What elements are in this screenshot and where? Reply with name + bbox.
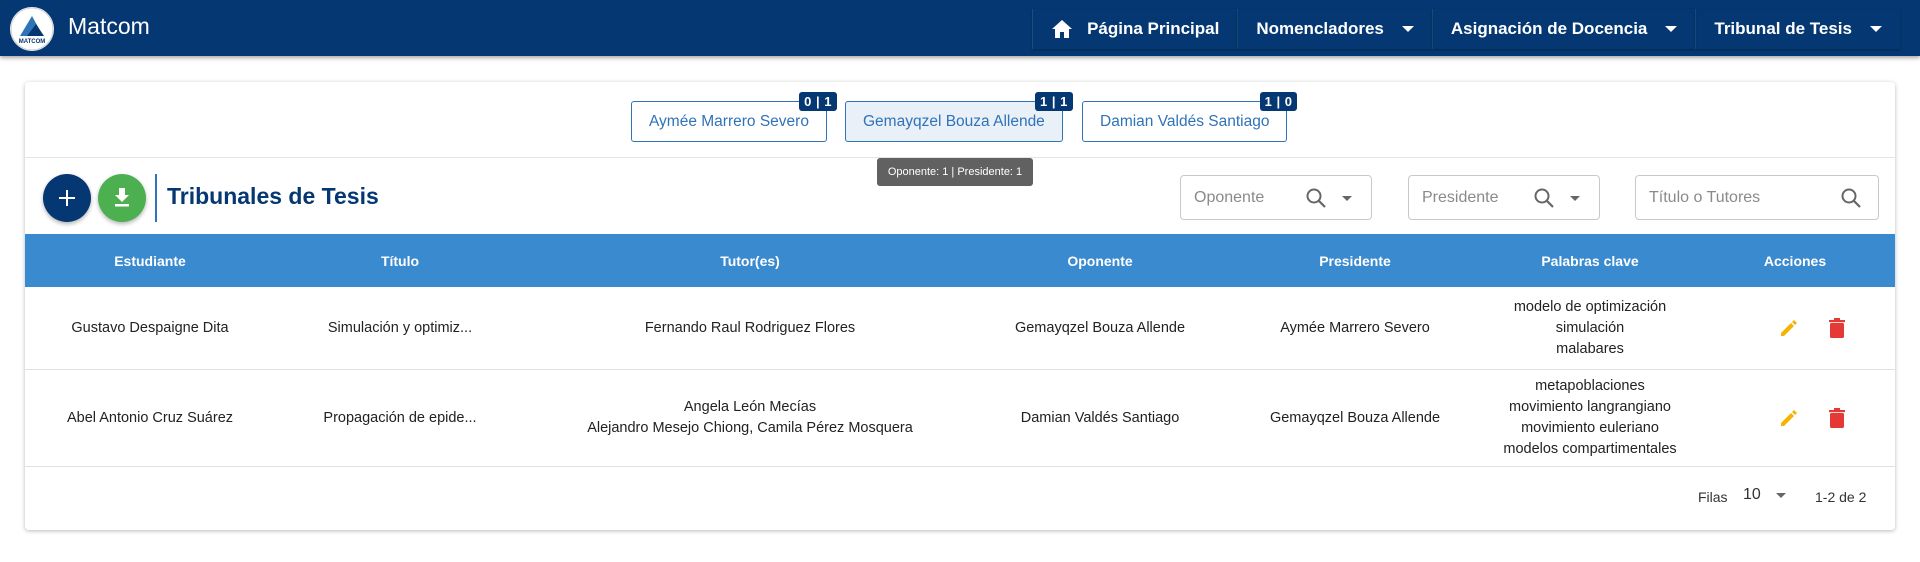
- professor-chip-label: Aymée Marrero Severo: [649, 112, 809, 130]
- pagination-range: 1-2 de 2: [1815, 489, 1867, 505]
- cell-titulo: Propagación de epide...: [323, 409, 477, 426]
- nav-asignacion-docencia[interactable]: Asignación de Docencia: [1431, 9, 1696, 49]
- matcom-logo[interactable]: MATCOM: [10, 7, 54, 51]
- cell-oponente: Damian Valdés Santiago: [1020, 409, 1180, 426]
- keyword: modelo de optimización: [1513, 298, 1667, 315]
- table-pagination: Filas 10 1-2 de 2: [25, 467, 1895, 529]
- table-row[interactable]: Gustavo Despaigne Dita Simulación y opti…: [25, 287, 1895, 370]
- nav-nomencladores-label: Nomencladores: [1256, 19, 1384, 38]
- column-header-estudiante[interactable]: Estudiante: [25, 234, 275, 287]
- nav-tribunal-tesis[interactable]: Tribunal de Tesis: [1695, 9, 1900, 49]
- cell-estudiante: Abel Antonio Cruz Suárez: [66, 409, 234, 426]
- search-icon[interactable]: [1533, 187, 1555, 214]
- cell-tutores: Angela León Mecías Alejandro Mesejo Chio…: [525, 370, 975, 466]
- presidente-filter[interactable]: Presidente: [1408, 175, 1600, 220]
- professor-chip-label: Damian Valdés Santiago: [1100, 112, 1270, 130]
- professor-chip-damian[interactable]: Damian Valdés Santiago 1 | 0: [1082, 92, 1298, 142]
- chevron-down-icon[interactable]: [1342, 196, 1352, 201]
- column-header-acciones: Acciones: [1763, 252, 1827, 269]
- nav-home[interactable]: Página Principal: [1032, 9, 1237, 49]
- plus-icon: [59, 190, 75, 206]
- rows-per-page-select[interactable]: 10: [1743, 486, 1786, 504]
- column-header-palabras[interactable]: Palabras clave: [1485, 234, 1695, 287]
- professor-chips: Aymée Marrero Severo 0 | 1 Gemayqzel Bou…: [25, 82, 1895, 158]
- keyword: modelos compartimentales: [1503, 441, 1677, 457]
- count-badge: 0 | 1: [799, 92, 837, 111]
- cell-palabras-clave: modelo de optimización simulación malaba…: [1485, 287, 1695, 369]
- cell-presidente: Gemayqzel Bouza Allende: [1269, 409, 1441, 426]
- keyword: metapoblaciones: [1535, 378, 1645, 394]
- nav-tribunal-label: Tribunal de Tesis: [1714, 19, 1852, 38]
- column-header-tutores[interactable]: Tutor(es): [525, 234, 975, 287]
- pencil-icon: [1781, 320, 1797, 336]
- pencil-icon: [1781, 410, 1797, 426]
- top-navbar: MATCOM Matcom Página Principal Nomenclad…: [0, 0, 1920, 56]
- svg-text:MATCOM: MATCOM: [19, 39, 46, 45]
- title-divider: [155, 174, 157, 222]
- professor-chip-label: Gemayqzel Bouza Allende: [863, 112, 1045, 130]
- chevron-down-icon[interactable]: [1570, 196, 1580, 201]
- keyword: movimiento euleriano: [1521, 420, 1659, 436]
- rows-per-page-value: 10: [1743, 486, 1761, 503]
- professor-chip-gemayqzel[interactable]: Gemayqzel Bouza Allende 1 | 1: [845, 92, 1073, 142]
- search-icon[interactable]: [1305, 187, 1327, 214]
- cell-palabras-clave: metapoblaciones movimiento langrangiano …: [1485, 370, 1695, 466]
- cell-presidente: Aymée Marrero Severo: [1280, 319, 1430, 336]
- table-header: Estudiante Título Tutor(es) Oponente Pre…: [25, 234, 1895, 287]
- chevron-down-icon: [1401, 26, 1414, 32]
- nav-nomencladores[interactable]: Nomencladores: [1237, 9, 1432, 49]
- delete-button[interactable]: [1827, 287, 1847, 369]
- search-placeholder: Título o Tutores: [1649, 189, 1761, 206]
- edit-button[interactable]: [1778, 287, 1800, 369]
- count-badge: 1 | 1: [1034, 92, 1073, 111]
- tribunales-card: Aymée Marrero Severo 0 | 1 Gemayqzel Bou…: [25, 82, 1895, 530]
- table-row[interactable]: Abel Antonio Cruz Suárez Propagación de …: [25, 370, 1895, 467]
- home-icon: [1051, 19, 1073, 39]
- search-input[interactable]: Título o Tutores: [1635, 175, 1879, 220]
- column-header-titulo[interactable]: Título: [275, 234, 525, 287]
- cell-oponente: Gemayqzel Bouza Allende: [1014, 319, 1186, 336]
- chevron-down-icon: [1870, 26, 1882, 32]
- nav-home-label: Página Principal: [1087, 19, 1220, 38]
- cell-estudiante: Gustavo Despaigne Dita: [71, 319, 229, 336]
- keyword: movimiento langrangiano: [1508, 399, 1671, 415]
- rows-label: Filas: [1698, 489, 1728, 505]
- oponente-filter[interactable]: Oponente: [1180, 175, 1372, 220]
- presidente-placeholder: Presidente: [1422, 189, 1499, 206]
- keyword: malabares: [1556, 340, 1624, 357]
- main-nav: Página Principal Nomencladores Asignació…: [1032, 9, 1900, 49]
- column-header-presidente[interactable]: Presidente: [1225, 234, 1485, 287]
- delete-button[interactable]: [1827, 370, 1847, 466]
- nav-asignacion-label: Asignación de Docencia: [1450, 19, 1648, 38]
- tutor-line: Fernando Raul Rodriguez Flores: [644, 319, 856, 336]
- chevron-down-icon: [1775, 492, 1786, 498]
- cell-titulo: Simulación y optimiz...: [327, 319, 473, 336]
- cell-tutores: Fernando Raul Rodriguez Flores: [525, 287, 975, 369]
- chevron-down-icon: [1665, 26, 1678, 32]
- professor-chip-aymee[interactable]: Aymée Marrero Severo 0 | 1: [631, 92, 837, 142]
- oponente-placeholder: Oponente: [1194, 189, 1265, 206]
- app-title: Matcom: [68, 13, 150, 39]
- tutor-line: Alejandro Mesejo Chiong, Camila Pérez Mo…: [587, 420, 913, 436]
- trash-icon: [1829, 318, 1845, 338]
- page-title: Tribunales de Tesis: [167, 183, 379, 209]
- search-icon[interactable]: [1840, 187, 1862, 214]
- keyword: simulación: [1555, 319, 1625, 336]
- count-badge: 1 | 0: [1259, 92, 1298, 111]
- column-header-oponente[interactable]: Oponente: [975, 234, 1225, 287]
- edit-button[interactable]: [1778, 370, 1800, 466]
- download-icon: [115, 188, 129, 207]
- add-tribunal-button[interactable]: [43, 174, 91, 222]
- chip-tooltip: Oponente: 1 | Presidente: 1: [877, 158, 1033, 186]
- trash-icon: [1829, 408, 1845, 428]
- download-button[interactable]: [98, 174, 146, 222]
- tutor-line: Angela León Mecías: [683, 399, 817, 415]
